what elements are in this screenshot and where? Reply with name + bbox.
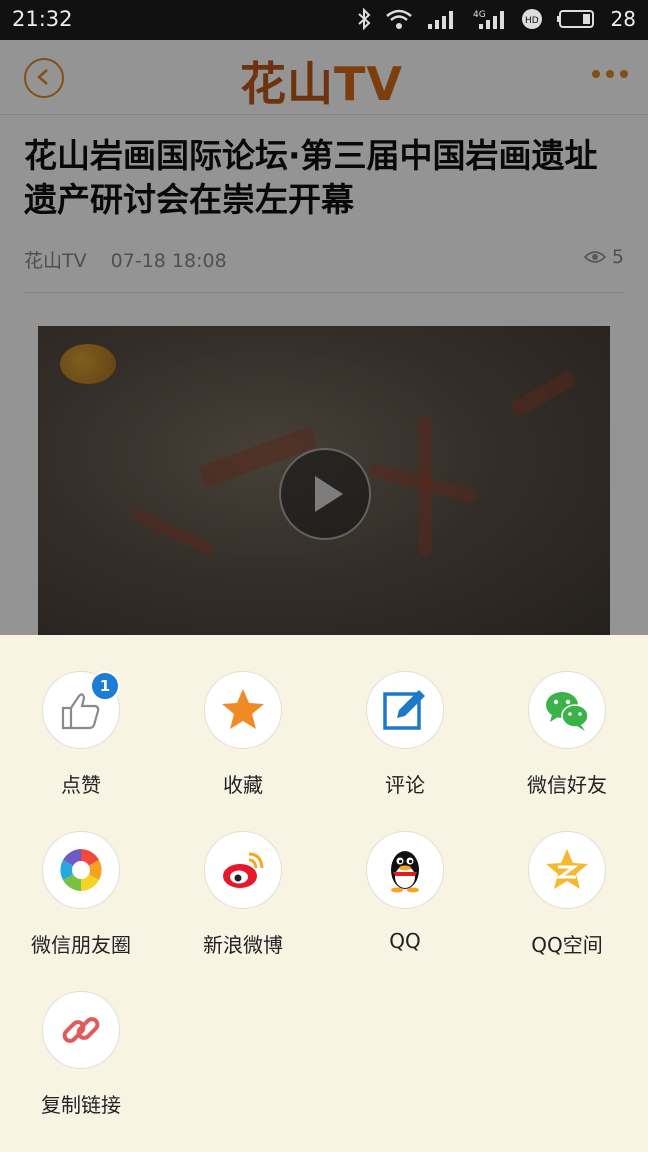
svg-text:4G: 4G	[473, 10, 486, 20]
bluetooth-icon	[357, 8, 371, 30]
like-count-badge: 1	[90, 671, 120, 701]
battery-level: 28	[610, 7, 636, 31]
share-item-label: QQ空间	[531, 933, 603, 957]
hd-icon: HD	[521, 8, 543, 30]
signal-4g-icon: 4G	[473, 8, 507, 30]
battery-icon	[556, 8, 597, 30]
share-item-weibo[interactable]: 新浪微博	[162, 795, 324, 957]
share-item-wechat[interactable]: 微信好友	[486, 635, 648, 797]
share-item-qq[interactable]: QQ	[324, 795, 486, 953]
share-item-label: 评论	[385, 773, 425, 797]
share-item-favorite[interactable]: 收藏	[162, 635, 324, 797]
share-item-label: 微信好友	[527, 773, 607, 797]
svg-text:HD: HD	[525, 16, 539, 26]
moments-icon	[60, 849, 102, 891]
share-item-label: 点赞	[61, 773, 101, 797]
wifi-icon	[385, 8, 413, 30]
share-item-moments[interactable]: 微信朋友圈	[0, 795, 162, 957]
star-icon	[222, 689, 264, 729]
share-sheet: 1 点赞 收藏 评论 微信好友 微信朋友圈 新浪微博 QQ QQ空间 复制链接	[0, 635, 648, 1152]
share-item-copy-link[interactable]: 复制链接	[0, 955, 162, 1117]
share-item-qzone[interactable]: QQ空间	[486, 795, 648, 957]
share-item-like[interactable]: 1 点赞	[0, 635, 162, 797]
qq-icon	[391, 851, 419, 893]
status-time: 21:32	[12, 7, 73, 31]
share-item-label: 收藏	[223, 773, 263, 797]
share-item-label: QQ	[389, 929, 421, 953]
signal-icon	[427, 8, 459, 30]
share-item-label: 复制链接	[41, 1093, 121, 1117]
status-bar: 21:32 4G HD 28	[0, 0, 648, 40]
weibo-icon	[223, 852, 264, 888]
edit-icon	[383, 690, 425, 730]
link-icon	[62, 1017, 100, 1043]
status-icons: 4G HD 28	[357, 7, 636, 31]
share-item-comment[interactable]: 评论	[324, 635, 486, 797]
share-item-label: 新浪微博	[203, 933, 283, 957]
wechat-icon	[546, 692, 589, 731]
qzone-icon	[546, 849, 588, 889]
share-item-label: 微信朋友圈	[31, 933, 131, 957]
